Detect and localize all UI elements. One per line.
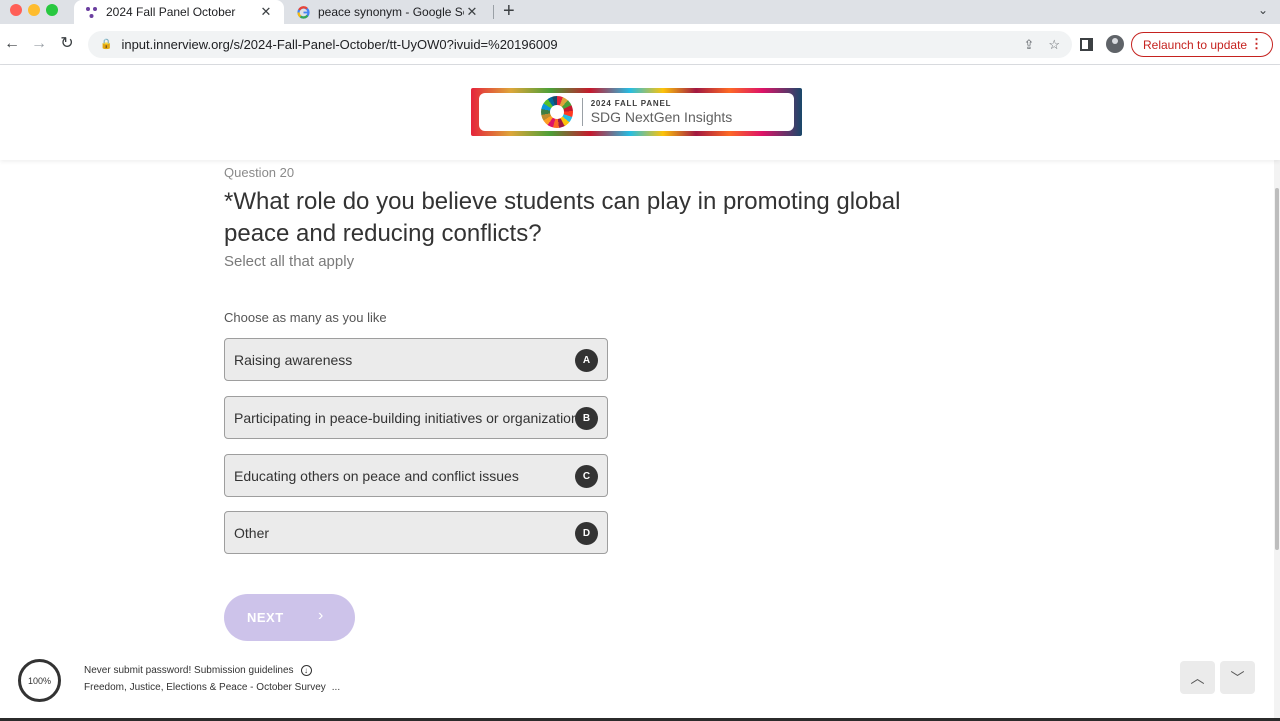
more-icon[interactable]: ... — [332, 682, 340, 693]
option-educating-others[interactable]: Educating others on peace and conflict i… — [224, 454, 608, 497]
option-label: Participating in peace-building initiati… — [234, 409, 586, 426]
tab-separator — [493, 5, 494, 19]
submission-guidelines-link[interactable]: Never submit password! Submission guidel… — [84, 665, 294, 676]
chevron-down-icon: ﹀ — [1230, 669, 1245, 686]
option-label: Educating others on peace and conflict i… — [234, 467, 519, 484]
survey-name: Freedom, Justice, Elections & Peace - Oc… — [84, 682, 340, 693]
tab-title: peace synonym - Google Search — [318, 5, 464, 19]
banner-text: 2024 FALL PANEL SDG NextGen Insights — [591, 99, 733, 125]
banner-panel-label: 2024 FALL PANEL — [590, 99, 672, 108]
option-peace-building-initiatives[interactable]: Participating in peace-building initiati… — [224, 396, 608, 439]
reload-icon[interactable]: ↻ — [57, 34, 77, 54]
question-title: *What role do you believe students can p… — [224, 188, 901, 247]
option-key-badge: C — [575, 465, 598, 488]
page-scrollbar-thumb[interactable] — [1275, 188, 1279, 550]
profile-avatar-icon[interactable] — [1106, 35, 1124, 53]
innerview-favicon-icon — [84, 5, 98, 19]
survey-header: 2024 FALL PANEL SDG NextGen Insights — [0, 65, 1280, 160]
chevron-right-icon: › — [318, 607, 324, 624]
chevron-up-icon: ︿ — [1190, 669, 1205, 686]
survey-title: Freedom, Justice, Elections & Peace - Oc… — [84, 682, 326, 693]
sdg-banner-logo: 2024 FALL PANEL SDG NextGen Insights — [471, 88, 802, 136]
tab-innerview-survey[interactable]: 2024 Fall Panel October ✕ — [74, 0, 284, 24]
back-arrow-icon[interactable]: ← — [2, 34, 22, 54]
browser-toolbar: ← → ↻ 🔒 input.innerview.org/s/2024-Fall-… — [0, 24, 1280, 65]
option-key-badge: A — [575, 349, 598, 372]
banner-program-name: SDG NextGen Insights — [590, 109, 733, 125]
minimize-window-button[interactable] — [28, 4, 40, 16]
next-label: NEXT — [247, 610, 284, 625]
banner-divider — [581, 98, 583, 126]
previous-question-button[interactable]: ︿ — [1180, 661, 1215, 694]
option-key-badge: B — [575, 407, 598, 430]
question-instruction: Select all that apply — [224, 253, 355, 270]
option-label: Raising awareness — [234, 351, 353, 368]
submission-notice: Never submit password! Submission guidel… — [84, 665, 312, 676]
google-favicon-icon — [296, 5, 310, 19]
relaunch-to-update-button[interactable]: Relaunch to update ⋮ — [1131, 32, 1273, 57]
next-button[interactable]: NEXT › — [224, 594, 355, 641]
option-other[interactable]: Other D — [224, 511, 608, 554]
download-icon[interactable]: ↓ — [300, 665, 312, 676]
new-tab-icon[interactable]: + — [503, 1, 515, 21]
survey-footer: 100% Never submit password! Submission g… — [0, 650, 1274, 718]
relaunch-label: Relaunch to update — [1143, 37, 1248, 52]
progress-value: 100% — [27, 675, 52, 686]
sdg-wheel-icon — [540, 96, 573, 128]
bookmark-star-icon[interactable]: ☆ — [1048, 37, 1060, 53]
kebab-menu-icon[interactable]: ⋮ — [1250, 36, 1263, 52]
progress-indicator: 100% — [18, 659, 61, 702]
lock-icon[interactable]: 🔒 — [100, 39, 112, 50]
option-key-badge: D — [575, 522, 598, 545]
share-icon[interactable]: ⇪ — [1023, 37, 1034, 53]
banner-inner: 2024 FALL PANEL SDG NextGen Insights — [479, 93, 794, 131]
close-window-button[interactable] — [10, 4, 22, 16]
url-text[interactable]: input.innerview.org/s/2024-Fall-Panel-Oc… — [121, 37, 1009, 52]
close-tab-icon[interactable]: ✕ — [464, 4, 480, 20]
tab-title: 2024 Fall Panel October — [106, 5, 236, 19]
browser-tab-strip: 2024 Fall Panel October ✕ peace synonym … — [0, 0, 1280, 24]
option-label: Other — [234, 524, 270, 541]
forward-arrow-icon[interactable]: → — [29, 34, 49, 54]
zoom-window-button[interactable] — [46, 4, 58, 16]
tab-search-chevron-icon[interactable]: ⌄ — [1258, 3, 1268, 17]
tab-google-search[interactable]: peace synonym - Google Search ✕ — [288, 0, 488, 24]
address-bar[interactable]: 🔒 input.innerview.org/s/2024-Fall-Panel-… — [88, 31, 1072, 58]
next-question-button[interactable]: ﹀ — [1220, 661, 1255, 694]
choose-hint: Choose as many as you like — [224, 310, 387, 325]
side-panel-icon[interactable] — [1080, 38, 1093, 51]
option-raising-awareness[interactable]: Raising awareness A — [224, 338, 608, 381]
question-number: Question 20 — [224, 165, 295, 180]
close-tab-icon[interactable]: ✕ — [258, 4, 274, 20]
